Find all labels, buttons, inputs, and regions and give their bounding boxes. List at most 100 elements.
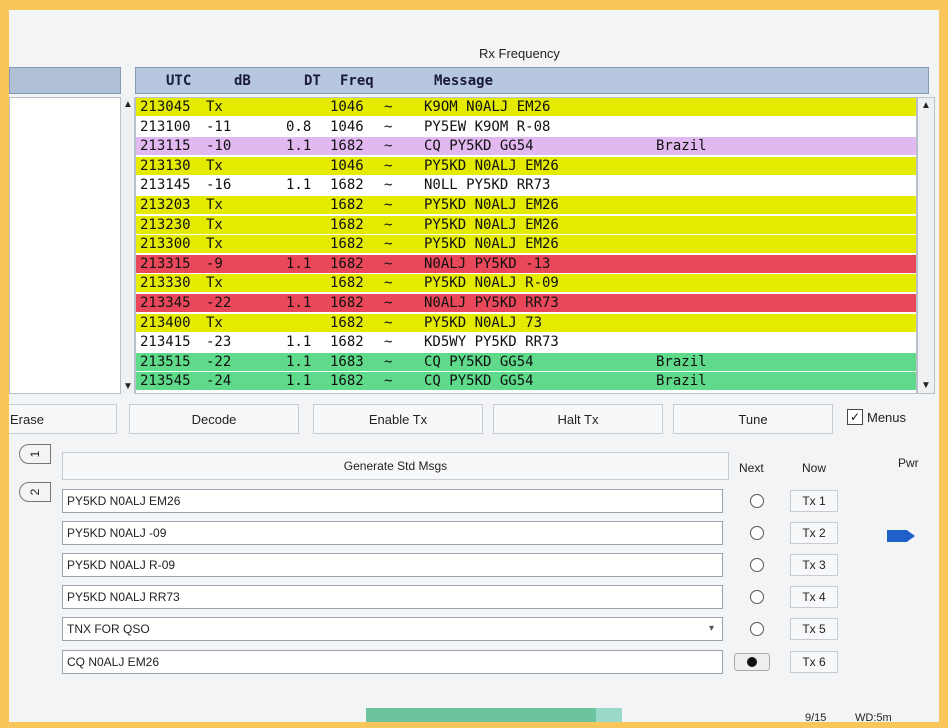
cell-tilde: ~: [384, 275, 393, 292]
cell-country: Brazil: [656, 373, 707, 390]
tx3-next-radio[interactable]: [750, 558, 764, 572]
band-activity-list[interactable]: [9, 97, 121, 394]
cell-db: -11: [206, 118, 232, 135]
cell-dt: 1.1: [286, 177, 312, 194]
cell-dt: 1.1: [286, 295, 312, 311]
table-row[interactable]: 213230 Tx 1682 ~ PY5KD N0ALJ EM26: [136, 215, 916, 234]
cell-tilde: ~: [384, 157, 393, 174]
cell-message: N0LL PY5KD RR73: [424, 177, 551, 194]
cell-tilde: ~: [384, 177, 393, 194]
table-row[interactable]: 213330 Tx 1682 ~ PY5KD N0ALJ R-09: [136, 274, 916, 293]
cell-message: K9OM N0ALJ EM26: [424, 99, 551, 115]
scroll-down-icon[interactable]: ▼: [921, 380, 931, 391]
cell-freq: 1682: [330, 275, 364, 292]
cell-utc: 213100: [140, 118, 191, 135]
table-row[interactable]: 213203 Tx 1682 ~ PY5KD N0ALJ EM26: [136, 196, 916, 214]
tx2-message-field[interactable]: PY5KD N0ALJ -09: [62, 521, 723, 545]
tx5-now-button[interactable]: Tx 5: [790, 618, 838, 640]
table-row[interactable]: 213545 -24 1.1 1682 ~ CQ PY5KD GG54 Brazil: [136, 372, 916, 391]
tx4-next-radio[interactable]: [750, 590, 764, 604]
cell-db: Tx: [206, 99, 223, 115]
tune-button[interactable]: Tune: [673, 404, 833, 434]
slot-status: 9/15: [805, 712, 827, 722]
tx6-next-radio[interactable]: [734, 653, 770, 671]
now-column-label: Now: [802, 461, 827, 475]
table-row[interactable]: 213045 Tx 1046 ~ K9OM N0ALJ EM26: [136, 98, 916, 116]
cell-utc: 213415: [140, 334, 191, 351]
tx6-message-field[interactable]: CQ N0ALJ EM26: [62, 650, 723, 674]
table-row[interactable]: 213145 -16 1.1 1682 ~ N0LL PY5KD RR73: [136, 176, 916, 195]
cell-freq: 1046: [330, 118, 364, 135]
cell-utc: 213203: [140, 197, 191, 213]
cell-tilde: ~: [384, 334, 393, 351]
table-row[interactable]: 213400 Tx 1682 ~ PY5KD N0ALJ 73: [136, 313, 916, 332]
cell-utc: 213230: [140, 216, 191, 233]
tx5-next-radio[interactable]: [750, 622, 764, 636]
col-message: Message: [434, 73, 494, 89]
cell-utc: 213400: [140, 314, 191, 331]
cell-tilde: ~: [384, 138, 393, 155]
table-row[interactable]: 213515 -22 1.1 1683 ~ CQ PY5KD GG54 Brazil: [136, 352, 916, 371]
cell-db: Tx: [206, 275, 223, 292]
cell-message: PY5KD N0ALJ EM26: [424, 236, 559, 253]
cell-message: PY5KD N0ALJ 73: [424, 314, 543, 331]
cell-tilde: ~: [384, 314, 393, 331]
tx4-message-field[interactable]: PY5KD N0ALJ RR73: [62, 585, 723, 609]
pwr-slider-handle[interactable]: [887, 530, 915, 542]
erase-button[interactable]: Erase: [9, 404, 117, 434]
generate-std-msgs-button[interactable]: Generate Std Msgs: [62, 452, 729, 480]
cell-dt: 1.1: [286, 255, 312, 272]
tx1-now-button[interactable]: Tx 1: [790, 490, 838, 512]
cell-freq: 1682: [330, 138, 364, 155]
tx4-message-text: PY5KD N0ALJ RR73: [67, 590, 180, 604]
table-row[interactable]: 213415 -23 1.1 1682 ~ KD5WY PY5KD RR73: [136, 333, 916, 352]
tx1-message-field[interactable]: PY5KD N0ALJ EM26: [62, 489, 723, 513]
tx6-now-button[interactable]: Tx 6: [790, 651, 838, 673]
tx5-message-field[interactable]: TNX FOR QSO ▾: [62, 617, 723, 641]
rx-table-scrollbar[interactable]: ▲ ▼: [917, 97, 935, 394]
tx6-message-text: CQ N0ALJ EM26: [67, 655, 160, 669]
tx2-next-radio[interactable]: [750, 526, 764, 540]
scroll-up-icon[interactable]: ▲: [921, 100, 931, 111]
menus-toggle[interactable]: ✓ Menus: [847, 409, 906, 425]
band-activity-scrollbar[interactable]: ▲ ▼: [121, 97, 135, 394]
halt-tx-button[interactable]: Halt Tx: [493, 404, 663, 434]
tx1-next-radio[interactable]: [750, 494, 764, 508]
menus-checkbox[interactable]: ✓: [847, 409, 863, 425]
tab-1[interactable]: 1: [19, 444, 51, 464]
scroll-down-icon[interactable]: ▼: [123, 381, 133, 392]
wd-status: WD:5m: [855, 712, 892, 722]
tx-progress-fill: [366, 708, 597, 722]
scroll-up-icon[interactable]: ▲: [123, 99, 133, 110]
table-row[interactable]: 213315 -9 1.1 1682 ~ N0ALJ PY5KD -13: [136, 254, 916, 273]
tx4-now-button[interactable]: Tx 4: [790, 586, 838, 608]
table-row[interactable]: 213130 Tx 1046 ~ PY5KD N0ALJ EM26: [136, 156, 916, 175]
cell-freq: 1683: [330, 353, 364, 370]
chevron-down-icon[interactable]: ▾: [709, 618, 714, 640]
cell-message: CQ PY5KD GG54: [424, 353, 534, 370]
tab-2[interactable]: 2: [19, 482, 51, 502]
cell-db: -10: [206, 138, 232, 155]
decode-button[interactable]: Decode: [129, 404, 299, 434]
cell-freq: 1682: [330, 197, 364, 213]
cell-country: Brazil: [656, 353, 707, 370]
cell-db: -22: [206, 295, 232, 311]
table-row[interactable]: 213300 Tx 1682 ~ PY5KD N0ALJ EM26: [136, 235, 916, 254]
cell-db: -16: [206, 177, 232, 194]
table-row[interactable]: 213100 -11 0.8 1046 ~ PY5EW K9OM R-08: [136, 117, 916, 136]
rx-table-header: UTC dB DT Freq Message: [135, 67, 929, 94]
tx3-message-field[interactable]: PY5KD N0ALJ R-09: [62, 553, 723, 577]
cell-freq: 1682: [330, 177, 364, 194]
table-row[interactable]: 213115 -10 1.1 1682 ~ CQ PY5KD GG54 Brazil: [136, 137, 916, 156]
cell-utc: 213045: [140, 99, 191, 115]
cell-utc: 213345: [140, 295, 191, 311]
rx-frequency-table[interactable]: 213045 Tx 1046 ~ K9OM N0ALJ EM26 213100 -11 0.8…: [135, 97, 917, 394]
enable-tx-button[interactable]: Enable Tx: [313, 404, 483, 434]
cell-dt: 0.8: [286, 118, 312, 135]
cell-db: -22: [206, 353, 232, 370]
table-row[interactable]: 213345 -22 1.1 1682 ~ N0ALJ PY5KD RR73: [136, 294, 916, 312]
tx2-now-button[interactable]: Tx 2: [790, 522, 838, 544]
cell-db: Tx: [206, 216, 223, 233]
tx3-now-button[interactable]: Tx 3: [790, 554, 838, 576]
cell-db: Tx: [206, 157, 223, 174]
